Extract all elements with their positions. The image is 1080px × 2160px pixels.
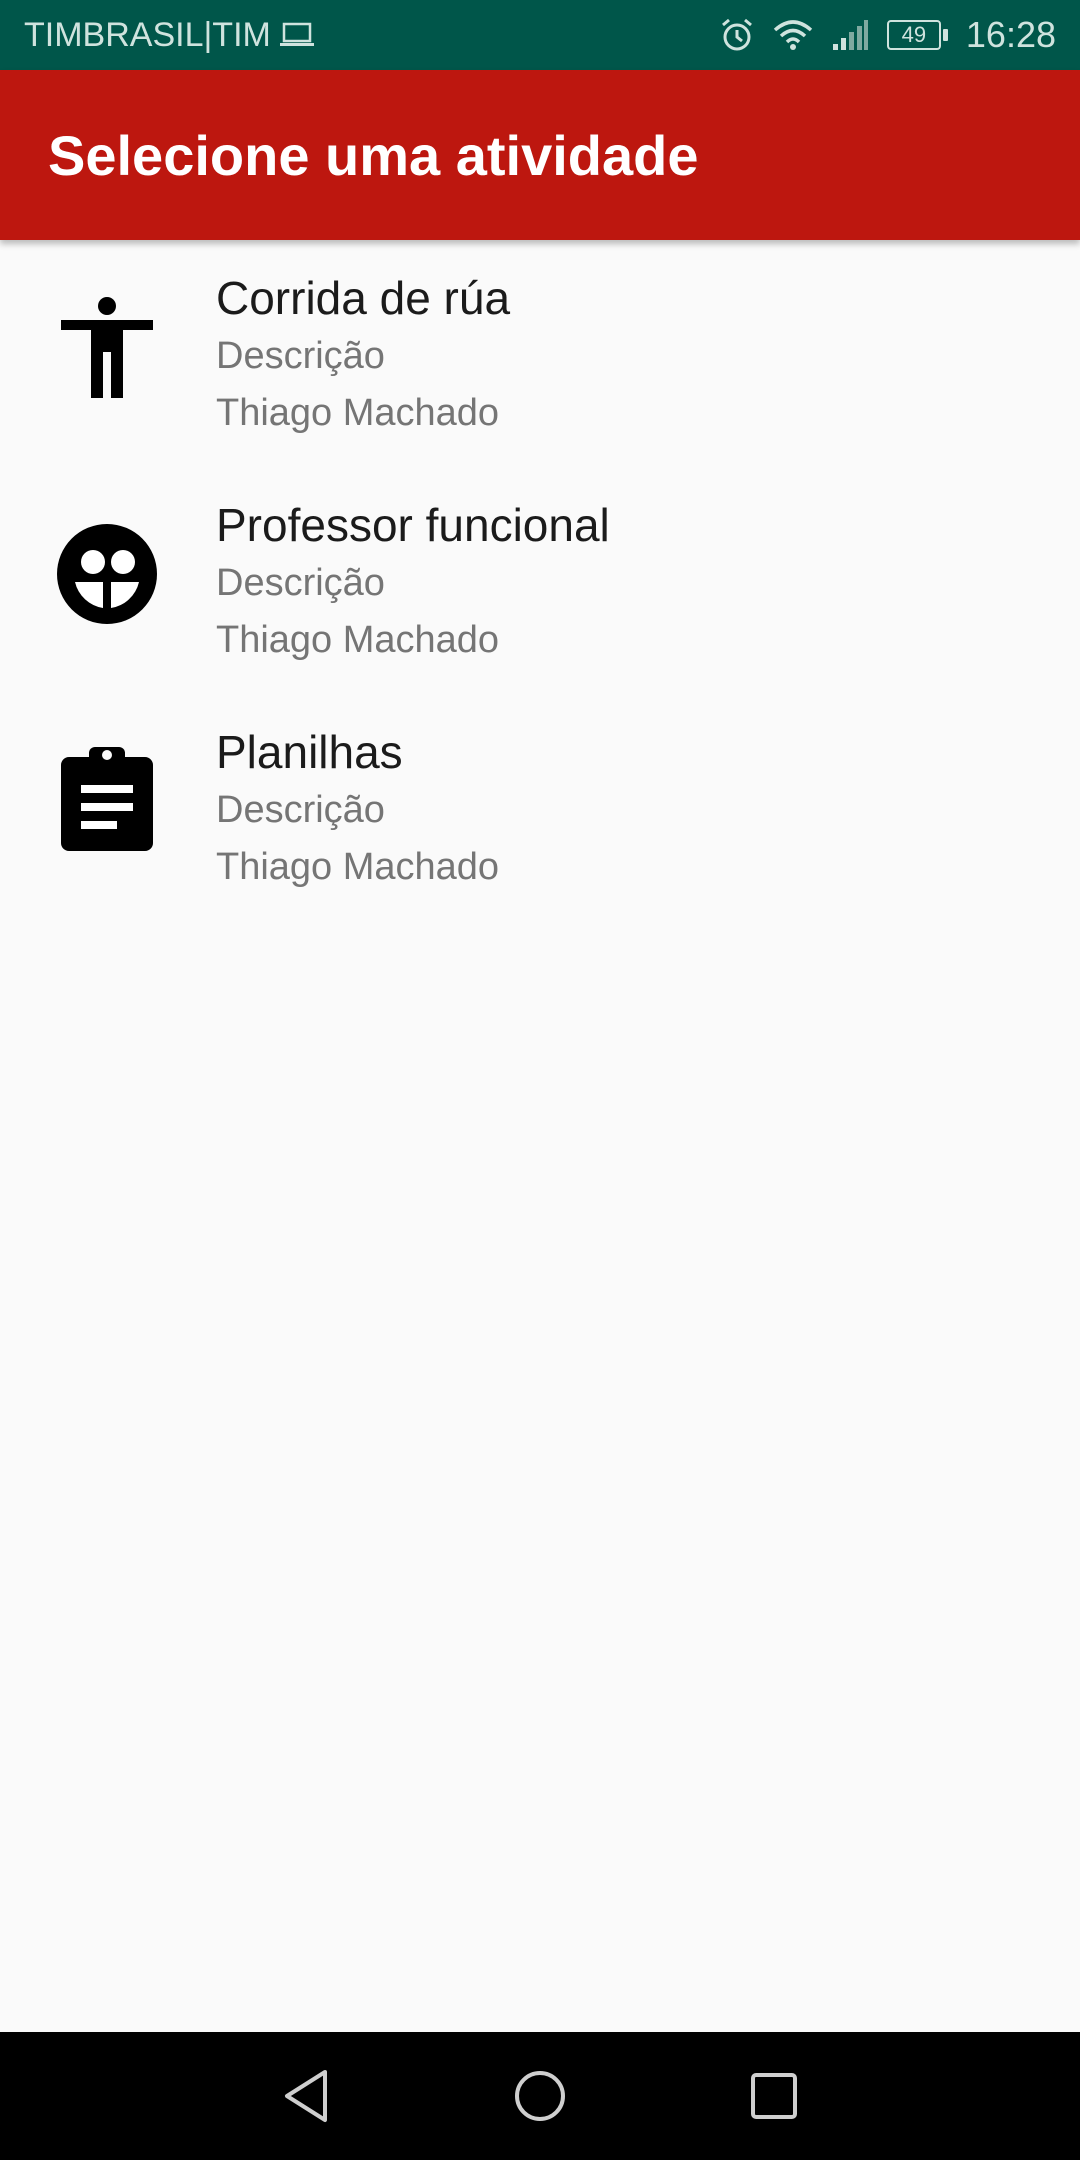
page-title: Selecione uma atividade [48,123,699,187]
activity-list: Corrida de rúa Descrição Thiago Machado … [0,240,1080,921]
list-item[interactable]: Corrida de rúa Descrição Thiago Machado [0,240,1080,467]
battery-level: 49 [886,20,941,50]
carrier-label: TIMBRASIL|TIM [24,15,271,54]
signal-icon [831,18,869,52]
group-face-icon [55,522,159,626]
list-item-text: Corrida de rúa Descrição Thiago Machado [216,268,510,442]
list-item-description: Descrição [216,562,385,604]
list-item-title: Corrida de rúa [216,272,511,324]
back-triangle-icon [285,2070,327,2122]
app-bar: Selecione uma atividade [0,70,1080,240]
clock-time: 16:28 [965,14,1056,55]
status-right: 49 16:28 [719,14,1056,56]
list-item-text: Planilhas Descrição Thiago Machado [216,722,499,896]
list-item-title: Professor funcional [216,499,610,551]
list-item-text: Professor funcional Descrição Thiago Mac… [216,495,610,669]
list-item-title: Planilhas [216,726,403,778]
list-item-author: Thiago Machado [216,846,500,888]
status-left: TIMBRASIL|TIM [24,16,315,55]
list-item[interactable]: Planilhas Descrição Thiago Machado [0,694,1080,921]
home-circle-icon [515,2071,565,2121]
alarm-icon [719,17,755,53]
list-item[interactable]: Professor funcional Descrição Thiago Mac… [0,467,1080,694]
list-item-author: Thiago Machado [216,619,500,661]
clipboard-icon [55,746,159,851]
status-bar: TIMBRASIL|TIM 49 16:28 [0,0,1080,70]
battery-icon: 49 [886,20,948,50]
wifi-icon [773,18,813,52]
navigation-bar [0,2032,1080,2160]
back-button[interactable] [274,2064,338,2128]
recents-square-icon [751,2073,797,2119]
recents-button[interactable] [742,2064,806,2128]
home-button[interactable] [508,2064,572,2128]
list-item-author: Thiago Machado [216,392,500,434]
accessibility-icon [55,297,159,401]
laptop-icon [279,22,315,48]
list-item-description: Descrição [216,335,385,377]
list-item-description: Descrição [216,789,385,831]
